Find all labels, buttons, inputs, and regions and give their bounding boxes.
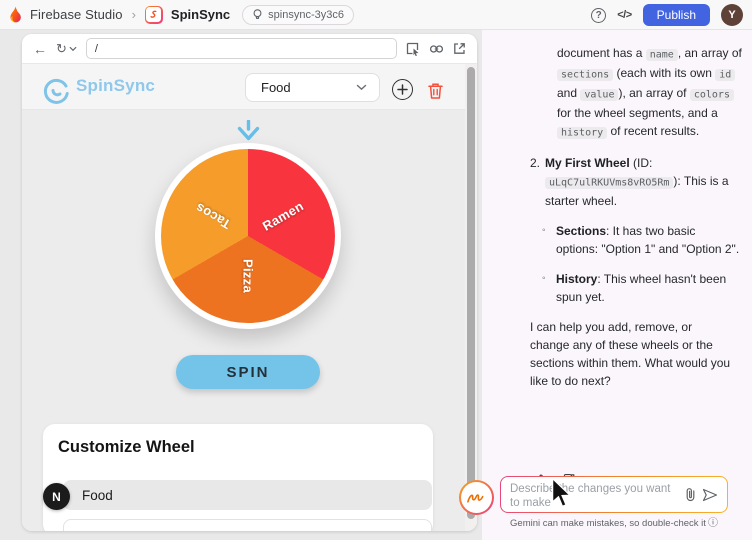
wheel-select-value: Food [261,80,291,95]
back-icon[interactable]: ← [33,41,47,57]
breadcrumb-separator-icon: › [132,7,136,22]
spinner-wheel[interactable]: Ramen Pizza Tacos [155,143,341,329]
list-marker: 2. [530,154,545,210]
preview-toolbar: ← ↻ / [22,34,477,64]
firebase-logo-icon [8,6,22,23]
delete-wheel-button[interactable] [427,82,444,100]
wheel-disc: Ramen Pizza Tacos [161,149,335,323]
collaborator-badge: N [43,483,70,510]
preview-scrollbar-thumb[interactable] [467,67,475,519]
message-text: document has a name, an array of section… [557,46,742,138]
chevron-down-icon [356,84,367,91]
attach-icon[interactable] [685,488,696,502]
app-name-title[interactable]: SpinSync [171,7,230,22]
wheel-segment-label: Tacos [193,200,234,232]
refresh-button[interactable]: ↻ [56,41,77,57]
app-viewport: SpinSync Food Ramen Pizza Tacos [22,64,477,531]
wheel-segment-label: Ramen [259,198,305,233]
gemini-agent-avatar [459,480,494,515]
firebase-studio-window: Firebase Studio › SpinSync spinsync-3y3c… [0,0,752,540]
chat-message: ◦History: This wheel hasn't been spun ye… [542,270,740,306]
url-input[interactable]: / [86,38,397,59]
workspace-badge[interactable]: spinsync-3y3c6 [242,5,354,25]
app-title: SpinSync [76,76,155,96]
preview-scrollbar-track [465,64,477,531]
preview-panel: ← ↻ / [22,34,477,531]
wheel-select[interactable]: Food [245,73,380,102]
link-icon[interactable] [429,43,444,55]
chat-message: 2.My First Wheel (ID: uLqC7ulRKUVms8vRO5… [530,154,736,210]
customize-wheel-title: Customize Wheel [58,438,195,457]
chevron-down-icon [69,46,77,52]
help-icon[interactable]: ? [591,8,606,23]
spinsync-app-icon [145,6,163,24]
spinsync-logo-icon [42,77,71,111]
section-input-partial[interactable] [63,519,432,531]
chat-input-placeholder: Describe the changes you want to make [510,482,678,510]
open-external-icon[interactable] [453,42,466,55]
inspect-select-icon[interactable] [406,42,420,56]
spin-button[interactable]: SPIN [176,355,320,389]
publish-button[interactable]: Publish [643,4,710,26]
chat-message: I can help you add, remove, or change an… [530,318,734,390]
message-text: Sections: It has two basic options: "Opt… [556,222,740,258]
send-icon[interactable] [702,488,718,502]
info-icon: ⓘ [708,518,718,529]
add-wheel-button[interactable] [392,79,413,100]
list-marker: ◦ [542,270,556,306]
gemini-disclaimer: Gemini can make mistakes, so double-chec… [496,514,732,529]
wheel-segment-label: Pizza [241,259,256,293]
chat-panel: document has a name, an array of section… [482,30,752,540]
brand-title[interactable]: Firebase Studio [30,7,123,22]
code-toggle-icon[interactable]: </> [617,9,631,21]
preview-area: ← ↻ / [0,30,482,540]
breadcrumb: Firebase Studio › SpinSync spinsync-3y3c… [8,5,354,25]
top-bar: Firebase Studio › SpinSync spinsync-3y3c… [0,0,752,30]
user-avatar[interactable]: Y [721,4,743,26]
refresh-icon: ↻ [56,41,67,57]
mouse-cursor-icon [551,478,572,513]
customize-wheel-card: Customize Wheel Food N [43,424,433,531]
chat-input[interactable]: Describe the changes you want to make [500,476,728,513]
list-marker: ◦ [542,222,556,258]
chat-message: document has a name, an array of section… [557,44,749,142]
message-text: My First Wheel (ID: uLqC7ulRKUVms8vRO5Rm… [545,154,736,210]
balloon-icon [252,9,263,21]
wheel-name-input[interactable]: Food [63,480,432,510]
message-text: History: This wheel hasn't been spun yet… [556,270,740,306]
chat-message: ◦Sections: It has two basic options: "Op… [542,222,740,258]
chat-messages: document has a name, an array of section… [530,44,746,402]
workspace-badge-label: spinsync-3y3c6 [268,9,344,21]
message-text: I can help you add, remove, or change an… [530,320,730,388]
